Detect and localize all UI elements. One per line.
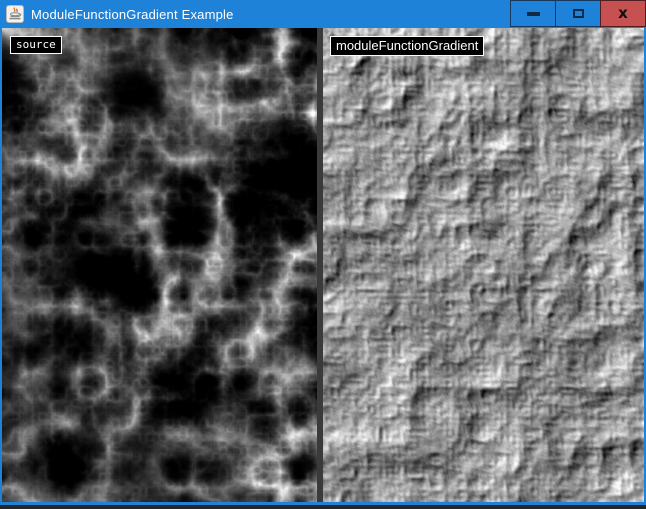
gradient-image-label: moduleFunctionGradient [330, 36, 484, 56]
close-icon: x [618, 6, 628, 21]
source-image-canvas [2, 28, 317, 502]
app-window: ModuleFunctionGradient Example x source … [0, 0, 646, 505]
maximize-button[interactable] [555, 0, 601, 27]
close-button[interactable]: x [600, 0, 646, 27]
window-controls: x [510, 0, 646, 28]
java-coffee-cup-icon [6, 5, 24, 23]
minimize-icon [527, 12, 540, 16]
source-image-label: source [10, 36, 62, 54]
source-image-panel: source [2, 28, 317, 502]
titlebar[interactable]: ModuleFunctionGradient Example x [0, 0, 646, 28]
content-area: source moduleFunctionGradient [2, 28, 644, 502]
minimize-button[interactable] [510, 0, 556, 27]
module-function-gradient-canvas [323, 28, 644, 502]
desktop-background-strip [0, 505, 646, 509]
maximize-icon [573, 9, 584, 18]
gradient-image-panel: moduleFunctionGradient [323, 28, 644, 502]
window-title: ModuleFunctionGradient Example [31, 7, 510, 22]
